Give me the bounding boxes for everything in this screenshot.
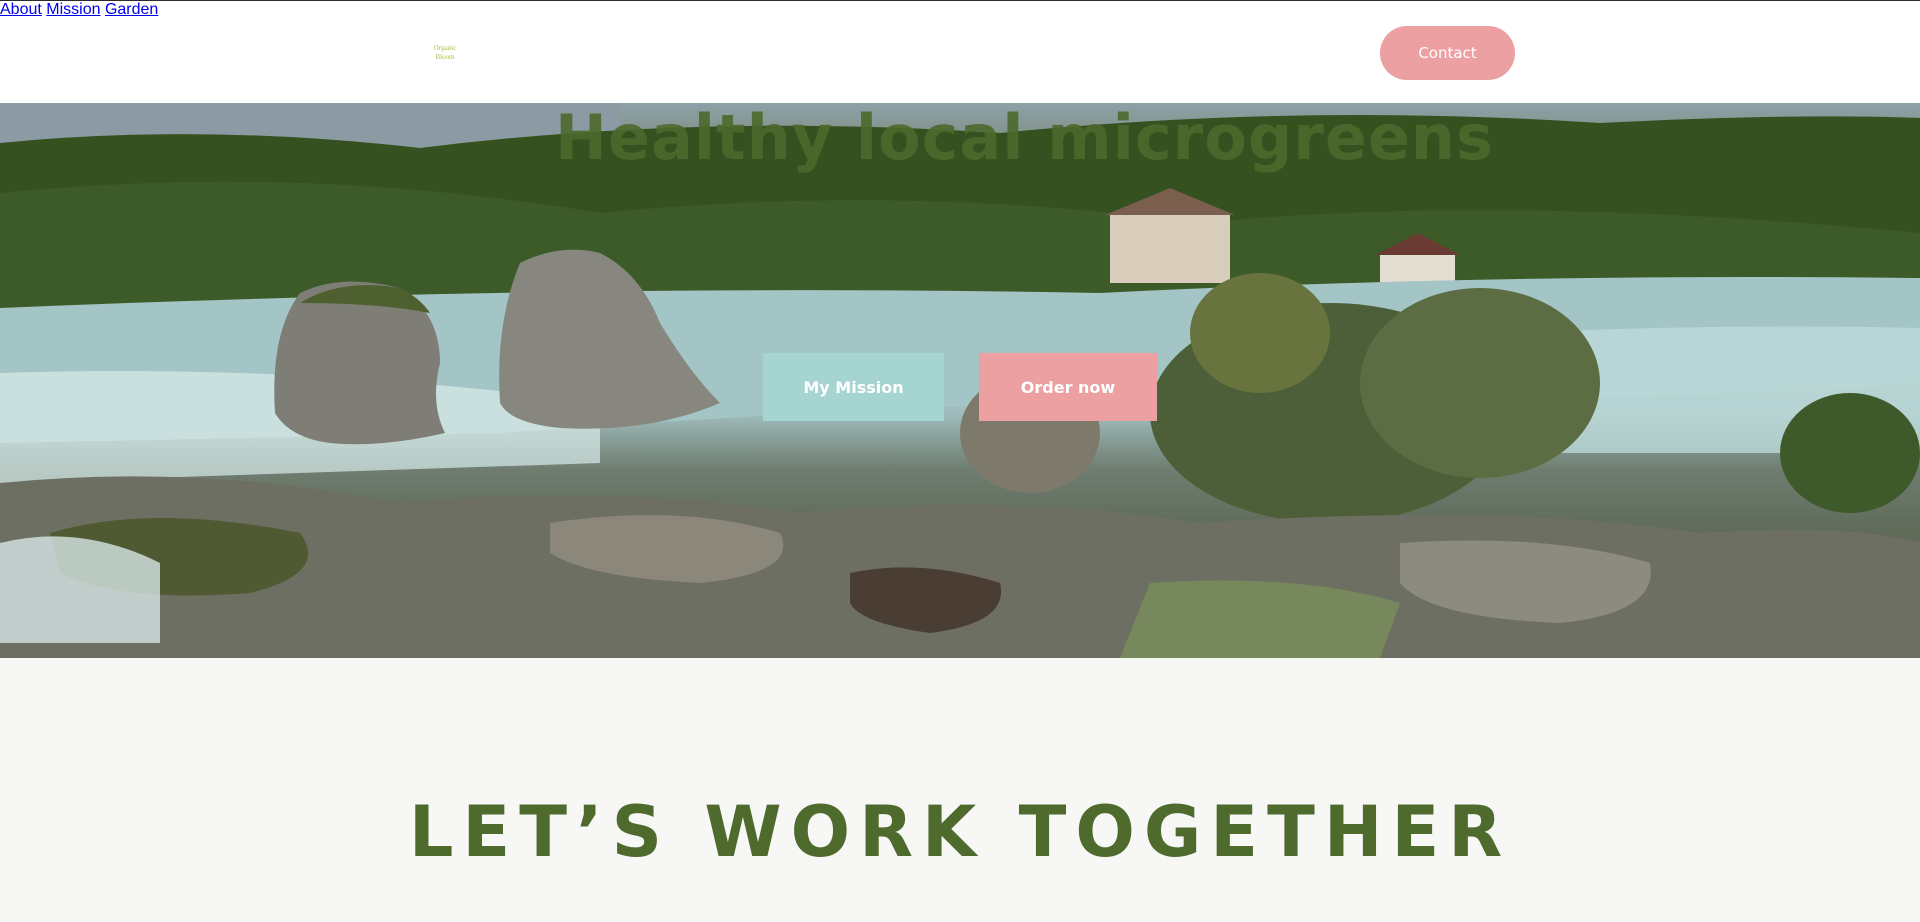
work-together-section (0, 658, 1920, 922)
hero-landscape-image (0, 103, 1920, 658)
site-header: Organic Bloom About Mission Garden Conta… (0, 1, 1920, 103)
nav-link-about[interactable]: About (0, 1, 42, 18)
contact-button[interactable]: Contact (1380, 26, 1515, 80)
section-title: LET’S WORK TOGETHER (408, 791, 1512, 873)
nav-link-garden[interactable]: Garden (105, 1, 158, 18)
hero-banner: Healthy local microgreens My Mission Ord… (0, 103, 1920, 658)
order-now-button[interactable]: Order now (979, 353, 1157, 421)
hero-title: Healthy local microgreens (555, 103, 1494, 174)
my-mission-button[interactable]: My Mission (763, 353, 944, 421)
main-nav: About Mission Garden (0, 1, 1920, 19)
logo-line-2: Bloom (435, 53, 455, 61)
logo-line-1: Organic (433, 44, 457, 52)
site-logo[interactable]: Organic Bloom (430, 42, 460, 64)
nav-link-mission[interactable]: Mission (46, 1, 100, 18)
